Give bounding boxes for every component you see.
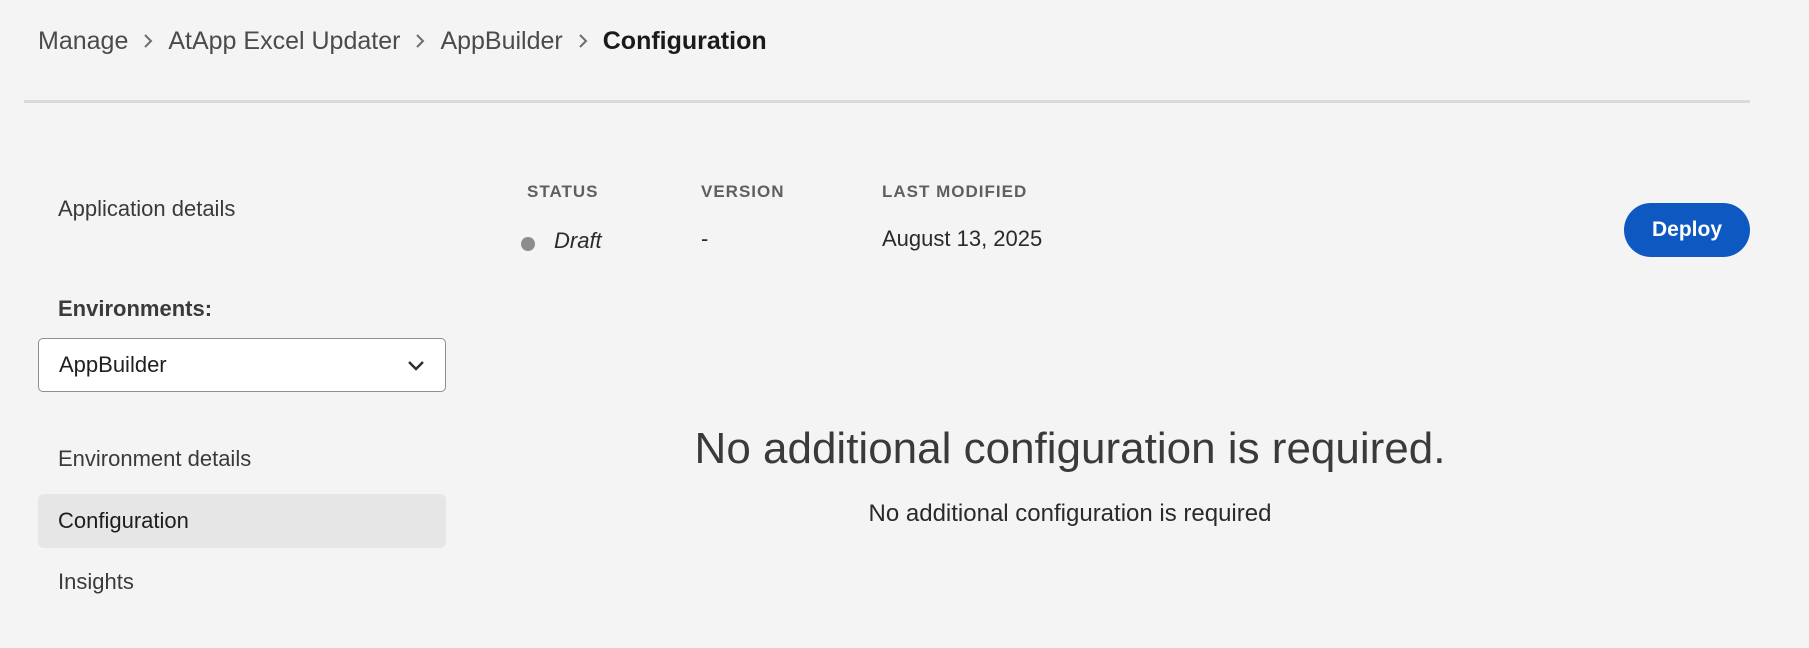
sidebar-item-label: Application details xyxy=(58,196,236,221)
version-value: - xyxy=(701,226,709,251)
status-dot-icon xyxy=(521,237,535,251)
deploy-button[interactable]: Deploy xyxy=(1624,203,1750,257)
breadcrumb-workspace[interactable]: AppBuilder xyxy=(440,27,562,56)
breadcrumb-app[interactable]: AtApp Excel Updater xyxy=(168,27,400,56)
empty-state-subtext: No additional configuration is required xyxy=(868,500,1272,527)
environments-label: Environments: xyxy=(58,296,213,321)
sidebar-item-label: Environment details xyxy=(58,446,252,471)
chevron-down-icon xyxy=(407,352,425,378)
last-modified-value: August 13, 2025 xyxy=(882,226,1043,251)
chevron-right-icon xyxy=(563,33,603,49)
chevron-right-icon xyxy=(128,33,168,49)
environment-select[interactable]: AppBuilder xyxy=(38,338,446,392)
sidebar-item-label: Insights xyxy=(58,569,134,594)
status-value: Draft xyxy=(554,228,602,253)
breadcrumb-manage[interactable]: Manage xyxy=(38,27,128,56)
sidebar-item-insights[interactable]: Insights xyxy=(38,555,446,609)
environment-select-value: AppBuilder xyxy=(59,352,167,377)
chevron-right-icon xyxy=(400,33,440,49)
breadcrumb: Manage AtApp Excel Updater AppBuilder Co… xyxy=(38,22,767,60)
status-label: STATUS xyxy=(527,182,599,201)
version-label: VERSION xyxy=(701,182,785,201)
sidebar-item-label: Configuration xyxy=(58,508,189,533)
last-modified-label: LAST MODIFIED xyxy=(882,182,1028,201)
sidebar-item-environment-details[interactable]: Environment details xyxy=(38,432,446,486)
breadcrumb-current: Configuration xyxy=(602,26,767,55)
header-divider xyxy=(24,100,1750,103)
sidebar-item-application-details[interactable]: Application details xyxy=(38,182,446,236)
empty-state-heading: No additional configuration is required. xyxy=(694,424,1446,473)
sidebar-item-configuration[interactable]: Configuration xyxy=(38,494,446,548)
